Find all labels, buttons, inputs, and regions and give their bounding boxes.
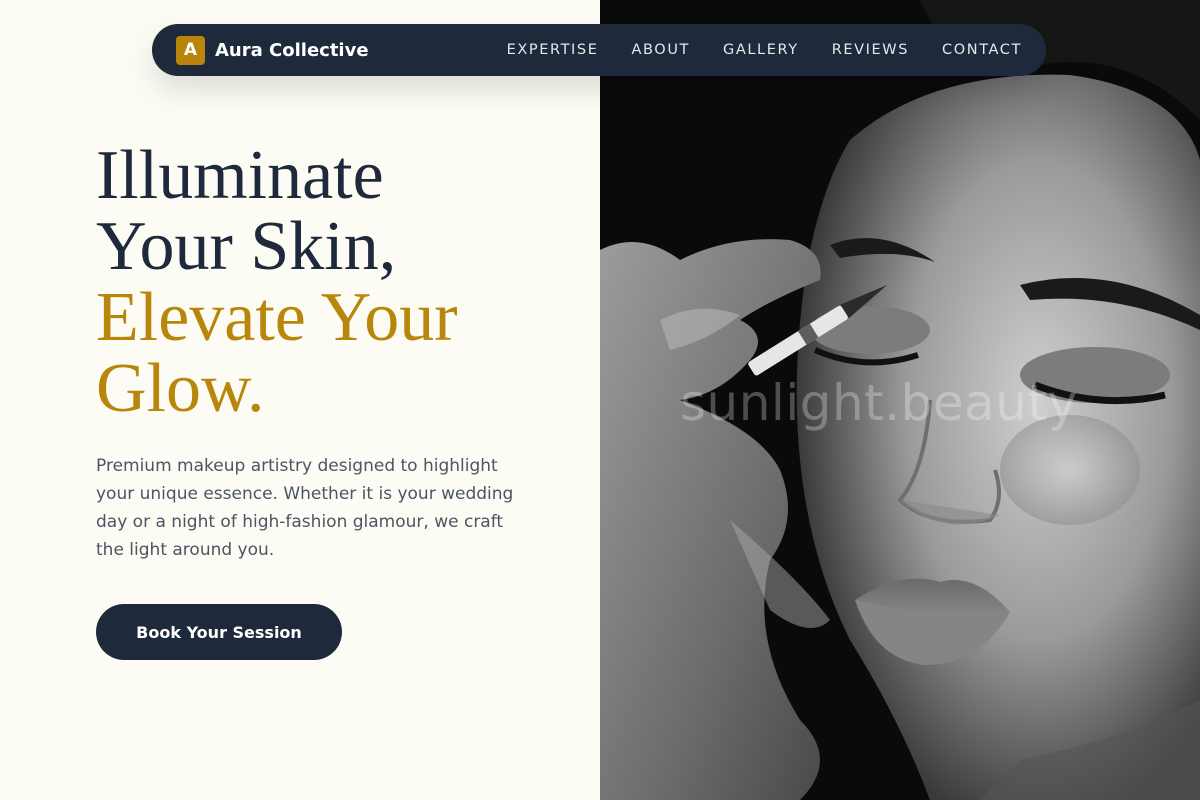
- headline-line-3: Elevate Your: [96, 279, 458, 356]
- hero-section: Illuminate Your Skin, Elevate Your Glow.: [96, 140, 556, 424]
- headline-line-1: Illuminate: [96, 137, 384, 214]
- brand-logo-icon[interactable]: A: [176, 35, 205, 65]
- book-session-button[interactable]: Book Your Session: [96, 604, 342, 660]
- nav-links: EXPERTISE ABOUT GALLERY REVIEWS CONTACT: [507, 42, 1022, 58]
- hero-image-panel: sunlight.beauty: [600, 0, 1200, 800]
- nav-item-gallery[interactable]: GALLERY: [723, 42, 799, 58]
- hero-description: Premium makeup artistry designed to high…: [96, 456, 514, 560]
- nav-item-reviews[interactable]: REVIEWS: [832, 42, 909, 58]
- nav-item-contact[interactable]: CONTACT: [942, 42, 1022, 58]
- hero-headline: Illuminate Your Skin, Elevate Your Glow.: [96, 140, 556, 424]
- nav-item-about[interactable]: ABOUT: [632, 42, 691, 58]
- nav-item-expertise[interactable]: EXPERTISE: [507, 42, 599, 58]
- headline-line-4: Glow.: [96, 350, 265, 427]
- top-navbar: A Aura Collective EXPERTISE ABOUT GALLER…: [152, 24, 1046, 76]
- brand-name[interactable]: Aura Collective: [215, 40, 369, 61]
- image-watermark: sunlight.beauty: [680, 374, 1078, 432]
- headline-line-2: Your Skin,: [96, 208, 397, 285]
